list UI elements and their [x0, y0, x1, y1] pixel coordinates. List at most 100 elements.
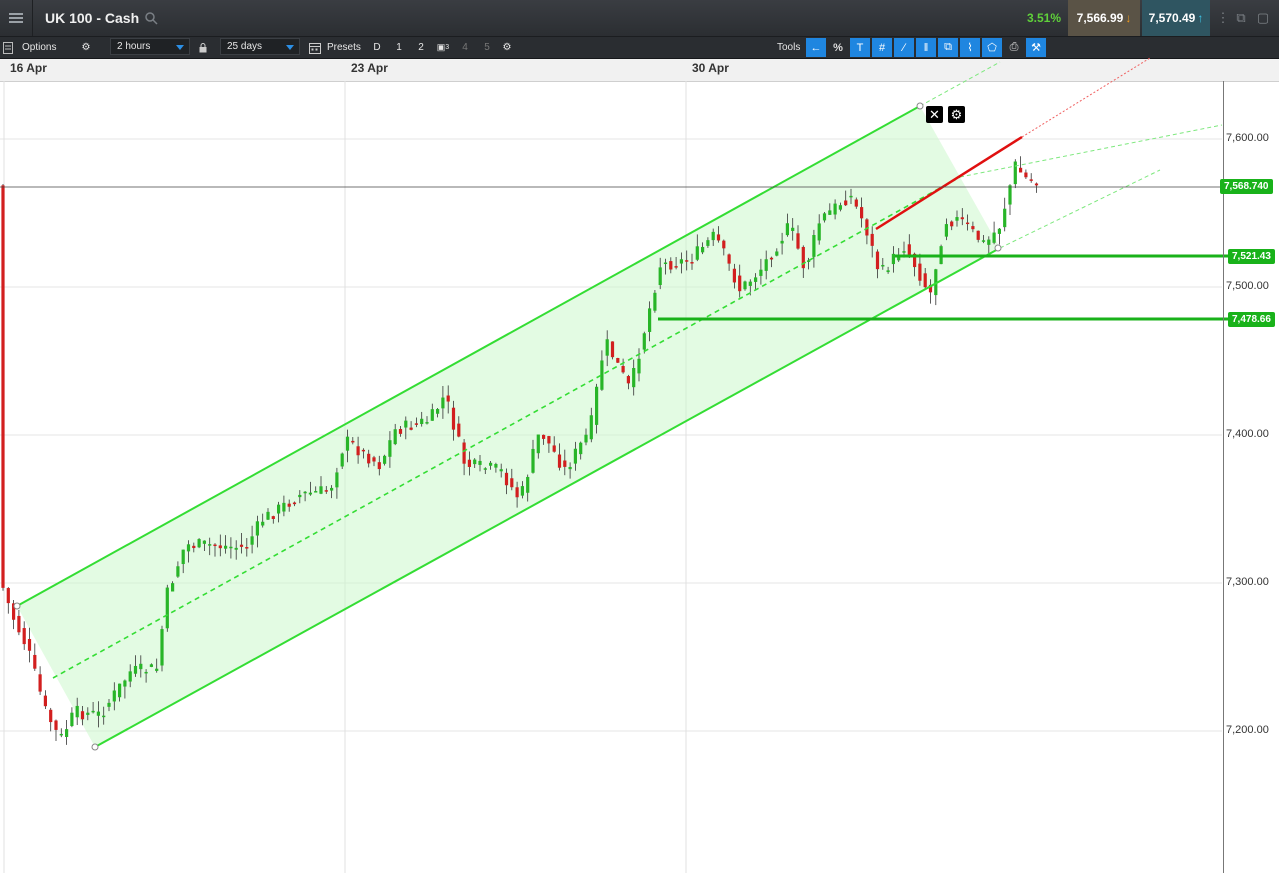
candle-body — [748, 281, 752, 286]
candle-body — [716, 234, 721, 241]
candle-body — [155, 668, 159, 671]
candle-body — [330, 487, 334, 491]
candle-body — [324, 490, 328, 492]
candle-body — [462, 442, 466, 464]
candle-body — [706, 240, 710, 246]
candle-body — [679, 259, 683, 264]
candle-body — [467, 459, 471, 467]
channel-handle — [994, 244, 1002, 252]
candle-body — [960, 217, 964, 220]
channel-upper-ext — [919, 61, 1001, 107]
candle-body — [436, 409, 440, 414]
candle-body — [1, 185, 5, 588]
candle-body — [303, 491, 307, 494]
candle-body — [277, 504, 281, 514]
gear-icon[interactable]: ⚙ — [948, 106, 965, 123]
level-tag[interactable]: 7,521.43 — [1228, 249, 1275, 264]
candle-body — [822, 213, 827, 221]
candle-body — [250, 536, 254, 545]
candle-body — [446, 395, 450, 402]
candle-body — [860, 207, 864, 219]
candle-body — [743, 281, 747, 290]
candle-body — [213, 544, 217, 547]
candle-body — [579, 442, 583, 455]
candle-body — [923, 273, 927, 288]
candle-body — [891, 253, 895, 265]
candle-body — [202, 540, 206, 544]
candle-body — [653, 292, 657, 311]
candle-body — [976, 230, 980, 240]
candle-body — [102, 715, 106, 718]
candle-body — [568, 466, 572, 470]
candle-body — [557, 454, 562, 468]
candle-body — [950, 221, 954, 227]
candle-body — [112, 690, 116, 702]
price-tick: 7,500.00 — [1226, 280, 1269, 292]
candle-body — [695, 246, 699, 260]
candle-body — [595, 386, 599, 425]
candle-body — [981, 240, 986, 242]
candle-body — [425, 422, 429, 424]
channel-lower-ext — [999, 169, 1161, 249]
candle-body — [1008, 185, 1012, 205]
candle-body — [711, 231, 715, 241]
channel-handle — [91, 743, 99, 751]
candle-body — [451, 407, 456, 430]
candle-body — [727, 254, 731, 264]
price-tick: 7,600.00 — [1226, 132, 1269, 144]
candle-body — [504, 472, 509, 486]
candle-body — [340, 453, 344, 467]
resistance-ext — [1021, 57, 1151, 138]
candle-body — [722, 240, 726, 249]
price-chart[interactable] — [0, 0, 1279, 873]
candle-body — [886, 270, 890, 273]
close-icon[interactable]: ✕ — [926, 106, 943, 123]
price-tick: 7,400.00 — [1226, 428, 1269, 440]
candle-body — [27, 638, 32, 651]
candle-body — [361, 449, 365, 452]
candle-body — [685, 260, 689, 262]
candle-body — [626, 376, 630, 384]
candle-body — [642, 333, 646, 350]
candle-body — [563, 460, 567, 467]
candle-body — [632, 367, 636, 388]
candle-body — [690, 262, 694, 264]
candle-body — [764, 259, 768, 271]
candle-body — [473, 459, 477, 465]
level-tag[interactable]: 7,478.66 — [1228, 312, 1275, 327]
candle-body — [197, 539, 201, 548]
candle-body — [128, 671, 132, 682]
candle-body — [393, 429, 397, 445]
candle-body — [881, 264, 885, 267]
candle-body — [43, 695, 47, 707]
candle-body — [754, 277, 758, 282]
candle-body — [388, 440, 392, 457]
candle-body — [610, 341, 615, 358]
candle-body — [96, 711, 100, 716]
candle-body — [526, 476, 530, 493]
candle-body — [186, 544, 191, 552]
candle-body — [499, 469, 503, 472]
candle-body — [287, 503, 291, 507]
candle-body — [817, 223, 821, 241]
current-price-tag: 7,568.740 — [1220, 179, 1273, 194]
candle-body — [59, 733, 63, 736]
candle-body — [70, 712, 74, 727]
candle-body — [997, 228, 1001, 234]
candle-body — [414, 423, 418, 425]
candle-body — [165, 587, 169, 629]
candle-body — [987, 239, 991, 245]
candle-body — [298, 494, 302, 498]
candle-body — [75, 705, 79, 718]
candle-body — [160, 629, 164, 666]
candle-body — [870, 233, 874, 246]
candle-body — [149, 664, 153, 667]
candle-body — [658, 267, 662, 286]
candle-body — [833, 203, 837, 215]
candle-body — [769, 257, 774, 260]
candle-body — [22, 628, 26, 645]
candle-body — [261, 521, 265, 526]
candle-body — [494, 463, 498, 468]
candle-body — [308, 492, 312, 495]
candle-body — [944, 224, 948, 237]
